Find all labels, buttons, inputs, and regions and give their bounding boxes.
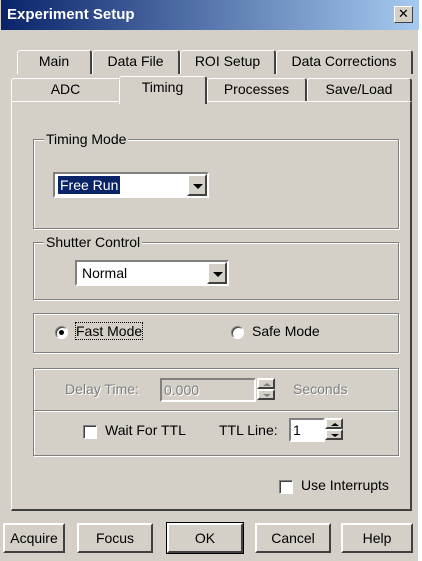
shutter-control-select[interactable]: Normal [75,260,229,286]
delay-time-spinner[interactable] [257,378,275,402]
shutter-control-value: Normal [82,265,128,281]
fast-mode-radio[interactable] [55,326,68,339]
use-interrupts-label[interactable]: Use Interrupts [301,477,389,493]
arrow-down-icon[interactable] [325,429,343,440]
experiment-setup-window: Experiment Setup ✕ Main Data File ROI Se… [0,0,419,561]
use-interrupts-checkbox[interactable] [279,480,293,494]
tab-data-corrections[interactable]: Data Corrections [276,50,413,74]
cancel-button[interactable]: Cancel [255,523,331,553]
safe-mode-label[interactable]: Safe Mode [252,323,320,339]
shutter-control-label: Shutter Control [44,234,143,250]
fast-mode-label[interactable]: Fast Mode [74,322,144,340]
tab-timing[interactable]: Timing [119,76,207,104]
delay-time-unit: Seconds [293,381,348,397]
arrow-down-icon[interactable] [257,389,275,400]
window-title: Experiment Setup [7,6,135,23]
delay-time-input[interactable]: 0.000 [160,378,256,402]
delay-time-label: Delay Time: [65,381,139,397]
chevron-down-icon[interactable] [207,262,227,284]
acquire-button[interactable]: Acquire [3,523,65,553]
ttl-line-spinner[interactable] [325,418,343,442]
timing-mode-select[interactable]: Free Run [53,172,209,198]
arrow-up-icon[interactable] [325,418,343,429]
tab-processes[interactable]: Processes [207,78,307,102]
ttl-line-label: TTL Line: [219,422,278,438]
ok-button[interactable]: OK [166,522,244,554]
tab-main[interactable]: Main [17,50,92,74]
ttl-line-input[interactable]: 1 [289,418,325,442]
delay-time-value: 0.000 [164,382,200,398]
focus-button[interactable]: Focus [77,523,153,553]
tab-adc[interactable]: ADC [11,78,121,102]
chevron-down-icon[interactable] [187,174,207,196]
tab-roi-setup[interactable]: ROI Setup [180,50,276,74]
safe-mode-radio[interactable] [231,326,244,339]
wait-for-ttl-checkbox[interactable] [83,425,97,439]
tab-save-load[interactable]: Save/Load [307,78,412,102]
ttl-line-value: 1 [293,422,301,438]
tab-data-file[interactable]: Data File [92,50,180,74]
title-bar: Experiment Setup ✕ [1,0,419,30]
close-icon[interactable]: ✕ [394,6,413,23]
divider [34,410,398,412]
help-button[interactable]: Help [341,523,413,553]
timing-mode-label: Timing Mode [44,131,129,147]
arrow-up-icon[interactable] [257,378,275,389]
wait-for-ttl-label[interactable]: Wait For TTL [105,422,186,438]
timing-mode-value: Free Run [56,175,122,195]
